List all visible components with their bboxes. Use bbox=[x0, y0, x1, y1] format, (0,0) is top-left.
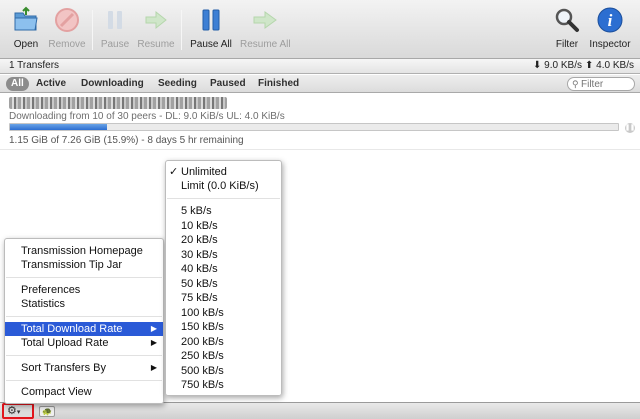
filter-button[interactable]: Filter bbox=[553, 6, 581, 50]
torrent-row[interactable]: Downloading from 10 of 30 peers - DL: 9.… bbox=[0, 94, 640, 150]
menu-item-label: Total Upload Rate bbox=[21, 337, 109, 349]
rate-item[interactable]: 30 kB/s bbox=[166, 248, 281, 262]
open-label: Open bbox=[13, 39, 39, 50]
tab-finished[interactable]: Finished bbox=[258, 77, 299, 91]
action-menu-button[interactable]: ⚙▾ bbox=[2, 403, 34, 419]
tab-active[interactable]: Active bbox=[36, 77, 66, 91]
toolbar-divider bbox=[181, 10, 182, 50]
menu-item-preferences[interactable]: Preferences bbox=[5, 283, 163, 297]
info-icon: i bbox=[597, 7, 623, 33]
upload-speed-value: 4.0 KB/s bbox=[596, 60, 634, 71]
rate-item[interactable]: 200 kB/s bbox=[166, 335, 281, 349]
torrent-pause-button[interactable]: ❚❚ bbox=[625, 123, 635, 133]
filter-input[interactable] bbox=[581, 78, 633, 90]
chevron-right-icon: ▶ bbox=[150, 324, 157, 333]
menu-divider bbox=[6, 316, 162, 317]
filter-search[interactable]: ⚲ bbox=[567, 77, 635, 91]
rate-item[interactable]: 100 kB/s bbox=[166, 306, 281, 320]
remove-label: Remove bbox=[48, 39, 86, 50]
menu-item-homepage[interactable]: Transmission Homepage bbox=[5, 244, 163, 258]
chevron-right-icon: ▶ bbox=[150, 338, 157, 347]
inspector-label: Inspector bbox=[589, 39, 631, 50]
pause-all-button[interactable]: Pause All bbox=[190, 6, 232, 50]
pause-label: Pause bbox=[100, 39, 130, 50]
menu-divider bbox=[167, 198, 280, 199]
menu-divider bbox=[6, 380, 162, 381]
chevron-right-icon: ▶ bbox=[150, 363, 157, 372]
transfer-count: 1 Transfers bbox=[9, 60, 60, 71]
open-button[interactable]: Open bbox=[9, 6, 43, 50]
folder-open-icon bbox=[14, 6, 38, 31]
download-speed: ⬇ 9.0 KB/s bbox=[533, 60, 582, 71]
inspector-button[interactable]: i Inspector bbox=[588, 6, 632, 50]
rate-item[interactable]: 50 kB/s bbox=[166, 277, 281, 291]
resume-all-label: Resume All bbox=[240, 39, 291, 50]
pause-all-label: Pause All bbox=[190, 39, 232, 50]
action-menu: Transmission Homepage Transmission Tip J… bbox=[4, 238, 164, 404]
tab-downloading[interactable]: Downloading bbox=[81, 77, 144, 91]
checkmark-icon: ✓ bbox=[169, 166, 179, 178]
menu-item-compact-view[interactable]: Compact View bbox=[5, 385, 163, 399]
rate-item-limit[interactable]: Limit (0.0 KiB/s) bbox=[166, 179, 281, 193]
magnifier-icon bbox=[555, 8, 579, 32]
resume-label: Resume bbox=[137, 39, 175, 50]
down-arrow-icon: ⬇ bbox=[533, 60, 542, 71]
resume-button[interactable]: Resume bbox=[137, 6, 175, 50]
up-arrow-icon: ⬆ bbox=[585, 60, 594, 71]
menu-divider bbox=[6, 355, 162, 356]
tab-seeding[interactable]: Seeding bbox=[158, 77, 197, 91]
tab-all[interactable]: All bbox=[6, 77, 29, 91]
pause-icon bbox=[108, 11, 122, 29]
progress-bar bbox=[9, 123, 619, 131]
menu-divider bbox=[6, 277, 162, 278]
status-bar: 1 Transfers ⬇ 9.0 KB/s ⬆ 4.0 KB/s bbox=[0, 59, 640, 74]
rate-item[interactable]: 250 kB/s bbox=[166, 349, 281, 363]
rate-item[interactable]: 10 kB/s bbox=[166, 219, 281, 233]
menu-item-tip-jar[interactable]: Transmission Tip Jar bbox=[5, 258, 163, 272]
resume-icon bbox=[145, 10, 167, 30]
progress-fill bbox=[10, 124, 107, 130]
rate-item[interactable]: 750 kB/s bbox=[166, 378, 281, 392]
menu-item-statistics[interactable]: Statistics bbox=[5, 297, 163, 311]
menu-item-label: Total Download Rate bbox=[21, 323, 123, 335]
filter-bar: All Active Downloading Seeding Paused Fi… bbox=[0, 75, 640, 93]
search-icon: ⚲ bbox=[572, 79, 579, 89]
menu-item-sort-transfers-by[interactable]: Sort Transfers By ▶ bbox=[5, 361, 163, 375]
filter-label: Filter bbox=[555, 39, 579, 50]
upload-speed: ⬆ 4.0 KB/s bbox=[585, 60, 634, 71]
toolbar-divider bbox=[92, 10, 93, 50]
menu-item-total-upload-rate[interactable]: Total Upload Rate ▶ bbox=[5, 336, 163, 350]
tab-paused[interactable]: Paused bbox=[210, 77, 246, 91]
torrent-name-redacted bbox=[9, 97, 227, 109]
torrent-status: Downloading from 10 of 30 peers - DL: 9.… bbox=[9, 111, 285, 122]
toolbar: Open Remove Pause Resume Pause All Resum… bbox=[0, 0, 640, 59]
rate-item-label: Unlimited bbox=[181, 166, 227, 178]
download-speed-value: 9.0 KB/s bbox=[544, 60, 582, 71]
torrent-progress-text: 1.15 GiB of 7.26 GiB (15.9%) - 8 days 5 … bbox=[9, 135, 244, 146]
menu-item-total-download-rate[interactable]: Total Download Rate ▶ bbox=[5, 322, 163, 336]
bottom-bar: ⚙▾ 🐢 bbox=[0, 402, 640, 419]
turtle-icon: 🐢 bbox=[42, 407, 52, 416]
rate-item[interactable]: 5 kB/s bbox=[166, 204, 281, 218]
rate-item[interactable]: 500 kB/s bbox=[166, 364, 281, 378]
chevron-down-icon: ▾ bbox=[16, 409, 21, 416]
download-rate-submenu: ✓ Unlimited Limit (0.0 KiB/s) 5 kB/s 10 k… bbox=[165, 160, 282, 396]
rate-item-unlimited[interactable]: ✓ Unlimited bbox=[166, 165, 281, 179]
svg-text:i: i bbox=[608, 11, 613, 30]
remove-button[interactable]: Remove bbox=[48, 6, 86, 50]
pause-button[interactable]: Pause bbox=[100, 6, 130, 50]
speed-limit-button[interactable]: 🐢 bbox=[39, 406, 55, 417]
rate-item[interactable]: 150 kB/s bbox=[166, 320, 281, 334]
rate-item[interactable]: 20 kB/s bbox=[166, 233, 281, 247]
pause-all-icon bbox=[202, 9, 220, 31]
rate-item[interactable]: 75 kB/s bbox=[166, 291, 281, 305]
menu-item-label: Sort Transfers By bbox=[21, 362, 106, 374]
rate-item[interactable]: 40 kB/s bbox=[166, 262, 281, 276]
gear-icon: ⚙ bbox=[7, 405, 17, 417]
resume-all-icon bbox=[253, 11, 277, 29]
resume-all-button[interactable]: Resume All bbox=[240, 6, 291, 50]
remove-icon bbox=[55, 8, 79, 32]
